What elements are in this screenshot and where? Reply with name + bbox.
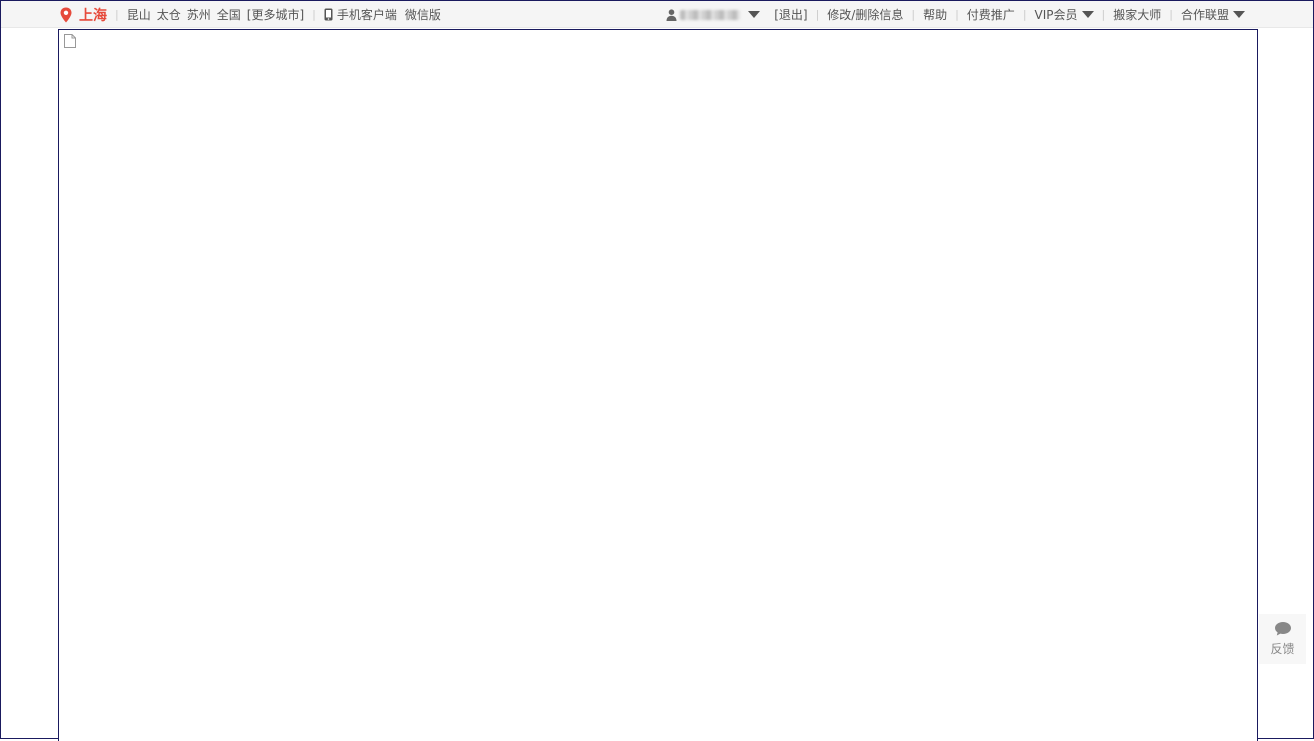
vip-member-menu[interactable]: VIP会员 <box>1035 6 1078 23</box>
logout-link[interactable]: [退出] <box>774 6 807 23</box>
caret-down-icon[interactable] <box>1081 11 1094 18</box>
user-icon <box>666 8 677 21</box>
mobile-client-link[interactable]: 手机客户端 <box>337 6 397 23</box>
phone-icon <box>324 8 333 21</box>
paid-promotion-link[interactable]: 付费推广 <box>967 6 1015 23</box>
topbar-left: 上海 | 昆山 太仓 苏州 全国 [更多城市] | 手机客户端 微信版 <box>59 1 441 28</box>
current-city[interactable]: 上海 <box>79 5 107 25</box>
divider: | <box>1101 8 1106 21</box>
divider: | <box>955 8 959 21</box>
topbar-right: [退出] | 修改/删除信息 | 帮助 | 付费推广 | VIP会员 | 搬家大… <box>666 1 1245 28</box>
caret-down-icon[interactable] <box>1233 11 1245 18</box>
top-navigation-bar: 上海 | 昆山 太仓 苏州 全国 [更多城市] | 手机客户端 微信版 [退出]… <box>1 1 1313 28</box>
more-cities-link[interactable]: [更多城市] <box>247 6 304 23</box>
city-link-nationwide[interactable]: 全国 <box>217 6 241 23</box>
edit-delete-info-link[interactable]: 修改/删除信息 <box>827 6 903 23</box>
divider: | <box>312 8 316 21</box>
moving-master-link[interactable]: 搬家大师 <box>1113 6 1161 23</box>
main-content-frame <box>58 29 1258 741</box>
divider: | <box>911 8 916 21</box>
city-link-taicang[interactable]: 太仓 <box>157 6 181 23</box>
caret-down-icon[interactable] <box>748 11 761 18</box>
city-link-suzhou[interactable]: 苏州 <box>187 6 211 23</box>
divider: | <box>815 8 820 21</box>
help-link[interactable]: 帮助 <box>923 6 947 23</box>
wechat-version-link[interactable]: 微信版 <box>405 6 441 23</box>
divider: | <box>1169 8 1173 21</box>
chat-bubble-icon <box>1274 621 1292 637</box>
divider: | <box>1022 8 1027 21</box>
map-pin-icon <box>59 7 73 23</box>
feedback-button[interactable]: 反馈 <box>1259 614 1306 664</box>
username-blurred[interactable] <box>680 9 741 20</box>
partner-alliance-menu[interactable]: 合作联盟 <box>1181 6 1229 23</box>
broken-image-icon <box>64 34 76 48</box>
city-link-kunshan[interactable]: 昆山 <box>127 6 151 23</box>
feedback-label: 反馈 <box>1270 642 1295 656</box>
divider: | <box>115 8 119 21</box>
